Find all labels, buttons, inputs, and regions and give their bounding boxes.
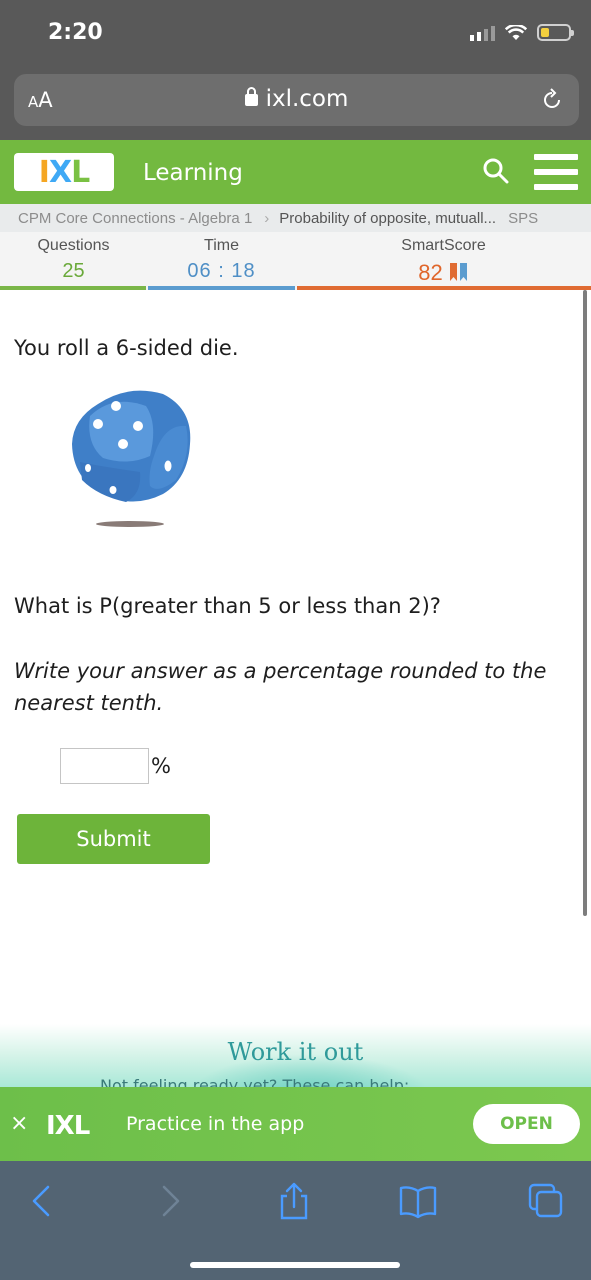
- url-text: ixl.com: [265, 86, 349, 112]
- time-label: Time: [204, 237, 239, 254]
- breadcrumb: CPM Core Connections - Algebra 1 › Proba…: [0, 204, 591, 232]
- forward-icon[interactable]: [150, 1181, 190, 1221]
- stats-bar: Questions 25 Time 06 : 18 SmartScore 82: [0, 232, 591, 290]
- answer-row: %: [60, 748, 171, 784]
- browser-chrome: 2:20 AA ixl.com: [0, 0, 591, 140]
- lock-icon: [244, 87, 258, 106]
- work-it-out-promo[interactable]: Work it out Not feeling ready yet? These…: [0, 1024, 591, 1088]
- site-header: IXL Learning: [0, 140, 591, 204]
- question-instruction: Write your answer as a percentage rounde…: [14, 659, 547, 715]
- smartscore-stat: SmartScore 82: [296, 232, 591, 290]
- scrollbar[interactable]: [583, 290, 587, 916]
- submit-button[interactable]: Submit: [17, 814, 210, 864]
- chevron-right-icon: ›: [264, 209, 270, 227]
- percent-unit: %: [151, 754, 171, 778]
- status-icons: [470, 24, 574, 41]
- breadcrumb-course[interactable]: CPM Core Connections - Algebra 1: [18, 210, 252, 227]
- back-icon[interactable]: [22, 1181, 62, 1221]
- status-time: 2:20: [48, 20, 103, 45]
- tabs-icon[interactable]: [526, 1181, 566, 1221]
- ixl-banner-logo: IXL: [46, 1111, 90, 1141]
- ixl-logo[interactable]: IXL: [14, 153, 114, 191]
- question-text: What is P(greater than 5 or less than 2)…: [14, 594, 441, 618]
- questions-stat: Questions 25: [0, 232, 147, 290]
- die-image: [72, 390, 191, 527]
- question-prompt: You roll a 6-sided die.: [14, 336, 239, 360]
- reload-icon[interactable]: [539, 87, 565, 113]
- time-value: 06 : 18: [187, 260, 256, 282]
- url-field[interactable]: ixl.com: [14, 86, 579, 112]
- app-banner: × IXL Practice in the app OPEN: [0, 1087, 591, 1161]
- work-it-out-title: Work it out: [227, 1038, 364, 1066]
- cellular-signal-icon: [470, 25, 495, 41]
- smartscore-value: 82: [418, 260, 443, 285]
- smartscore-bookmark-icon: [449, 263, 467, 281]
- breadcrumb-code: SPS: [508, 209, 539, 227]
- smartscore-value-row: 82: [296, 260, 591, 286]
- learning-tab[interactable]: Learning: [143, 160, 243, 186]
- home-indicator: [190, 1262, 400, 1268]
- open-app-button[interactable]: OPEN: [473, 1104, 580, 1144]
- smartscore-label: SmartScore: [401, 237, 486, 254]
- questions-value: 25: [62, 260, 85, 282]
- answer-input[interactable]: [60, 748, 149, 784]
- bookmarks-icon[interactable]: [398, 1181, 438, 1221]
- app-banner-text: Practice in the app: [126, 1113, 305, 1135]
- battery-icon: [537, 24, 574, 41]
- search-icon[interactable]: [482, 157, 510, 185]
- wifi-icon: [505, 25, 527, 41]
- share-icon[interactable]: [274, 1181, 314, 1221]
- address-bar[interactable]: AA ixl.com: [14, 74, 579, 126]
- questions-label: Questions: [37, 237, 110, 254]
- time-stat[interactable]: Time 06 : 18: [147, 232, 296, 290]
- breadcrumb-skill: Probability of opposite, mutuall...: [279, 209, 497, 227]
- hamburger-menu-icon[interactable]: [534, 154, 578, 190]
- close-banner-icon[interactable]: ×: [10, 1111, 28, 1136]
